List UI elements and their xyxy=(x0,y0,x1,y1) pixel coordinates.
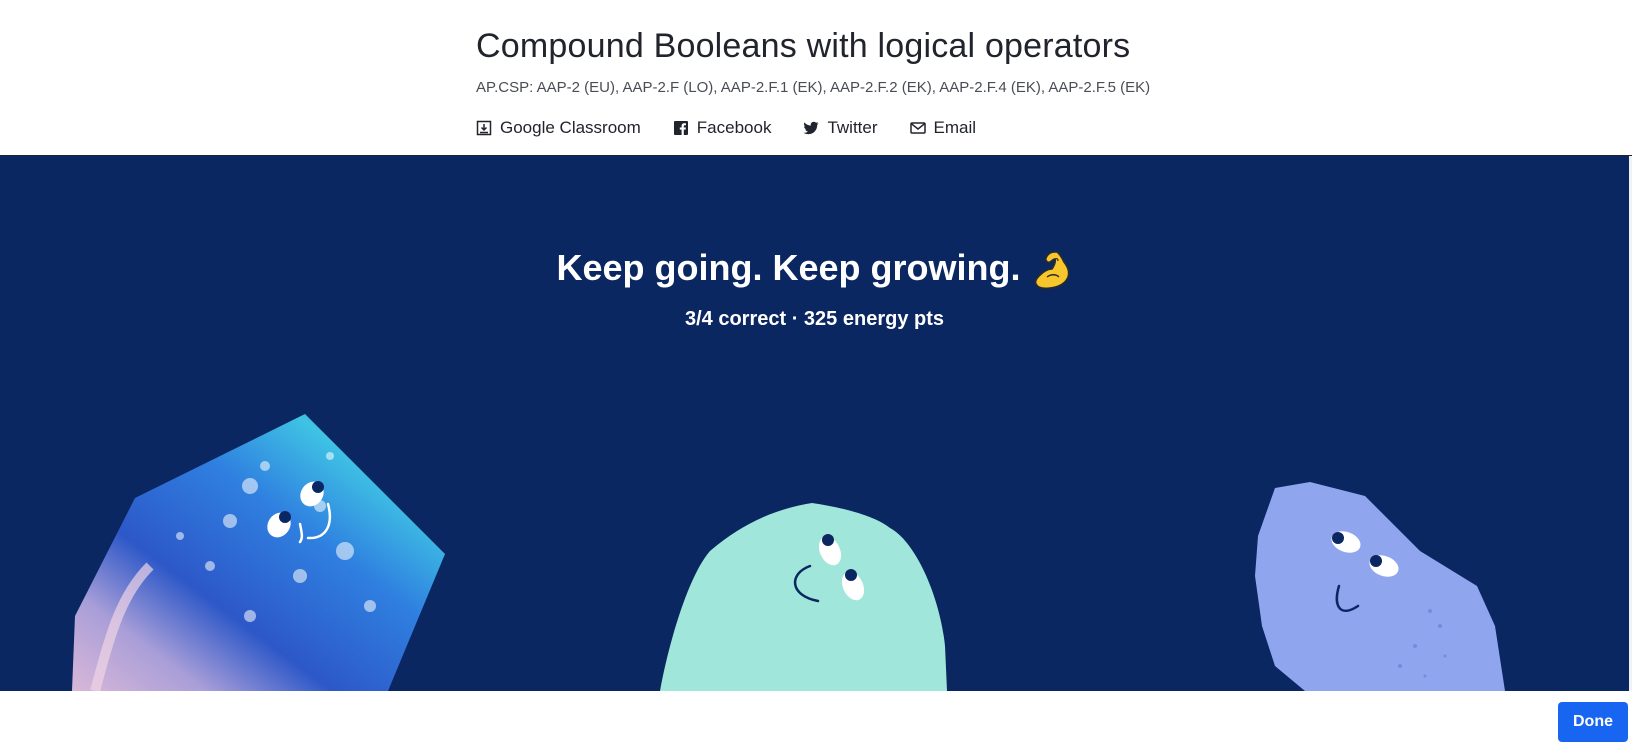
results-panel: Keep going. Keep growing. 3/4 correct · … xyxy=(0,156,1629,691)
share-google-classroom-label: Google Classroom xyxy=(500,118,641,137)
share-facebook-link[interactable]: Facebook xyxy=(673,118,772,138)
email-icon xyxy=(909,120,926,136)
done-button[interactable]: Done xyxy=(1558,702,1628,742)
standards-list: AP.CSP: AAP‑2 (EU), AAP‑2.F (LO), AAP‑2.… xyxy=(476,79,1151,96)
periwinkle-creature xyxy=(1255,482,1505,691)
share-email-label: Email xyxy=(933,118,977,137)
share-google-classroom-link[interactable]: Google Classroom xyxy=(476,118,641,138)
share-email-link[interactable]: Email xyxy=(909,118,977,138)
header: Compound Booleans with logical operators… xyxy=(0,0,1632,156)
share-twitter-label: Twitter xyxy=(827,118,878,137)
mint-creature xyxy=(660,503,947,691)
share-twitter-link[interactable]: Twitter xyxy=(803,118,878,138)
twitter-icon xyxy=(803,120,819,136)
page: Compound Booleans with logical operators… xyxy=(0,0,1632,746)
share-facebook-label: Facebook xyxy=(696,118,772,137)
footer: Done xyxy=(0,691,1632,746)
share-links: Google Classroom Facebook Twitter Email xyxy=(476,118,1150,138)
header-content: Compound Booleans with logical operators… xyxy=(476,22,1150,138)
creatures-illustration xyxy=(72,414,1505,691)
facebook-icon xyxy=(673,120,689,136)
crystal-creature xyxy=(72,414,445,691)
page-title: Compound Booleans with logical operators xyxy=(476,27,1131,65)
google-classroom-icon xyxy=(476,120,492,136)
